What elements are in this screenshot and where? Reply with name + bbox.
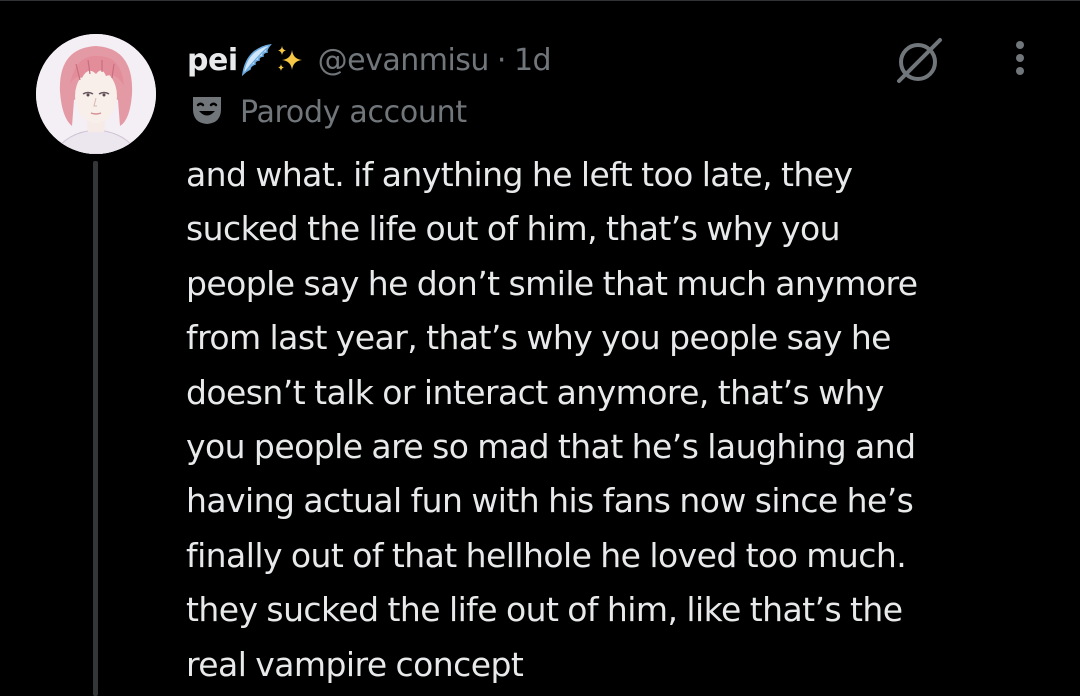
sparkles-emoji (274, 42, 306, 78)
post-body-line: people say he don’t smile that much anym… (186, 263, 918, 303)
grok-button[interactable] (890, 29, 952, 91)
parody-label: Parody account (190, 89, 467, 135)
wing-emoji (240, 42, 272, 78)
more-options-button[interactable] (1000, 37, 1040, 83)
post-body-line: they sucked the life out of him, like th… (186, 590, 903, 630)
post-body-line: finally out of that hellhole he loved to… (186, 535, 907, 575)
separator-dot: · (496, 42, 507, 78)
grok-icon (897, 38, 942, 83)
avatar[interactable] (36, 34, 156, 154)
post-body-line: having actual fun with his fans now sinc… (186, 481, 914, 521)
post-header: pei @evanmisu · 1d (187, 35, 552, 85)
post-body-line: and what. if anything he left too late, … (186, 155, 853, 194)
post-body-line: from last year, that’s why you people sa… (186, 318, 891, 358)
display-name[interactable]: pei (187, 43, 238, 78)
more-dots-icon (1016, 41, 1024, 75)
parody-label-text: Parody account (240, 94, 467, 130)
post-timestamp[interactable]: 1d (514, 43, 552, 78)
post-body-line: doesn’t talk or interact anymore, that’s… (186, 372, 884, 412)
user-handle[interactable]: @evanmisu (318, 43, 490, 78)
thread-connector-line (93, 161, 98, 696)
post-body: and what. if anything he left too late, … (186, 148, 1066, 692)
theater-mask-icon (190, 93, 224, 131)
post-body-line: real vampire concept (186, 644, 524, 684)
post[interactable]: pei @evanmisu · 1d Parody account and wh… (0, 0, 1080, 696)
post-body-line: you people are so mad that he’s laughing… (186, 427, 916, 467)
post-body-line: sucked the life out of him, that’s why y… (186, 209, 841, 249)
